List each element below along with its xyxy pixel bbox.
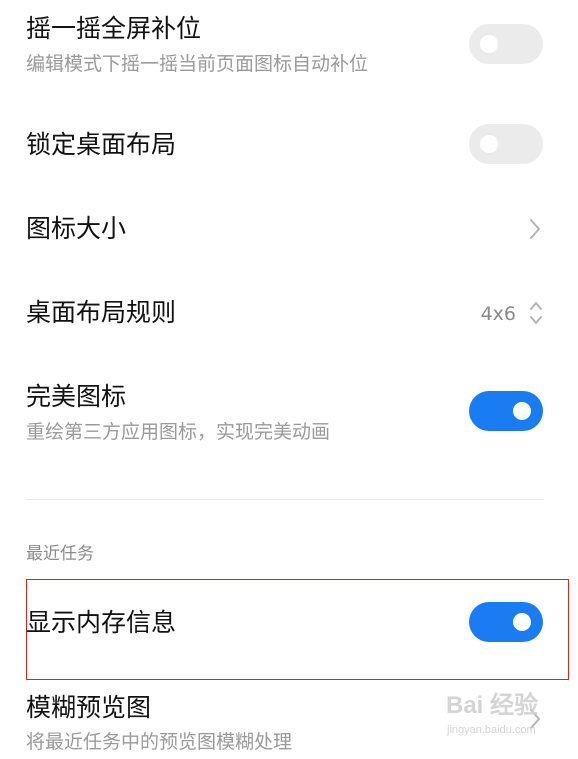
perfect-icons-title: 完美图标 (26, 382, 127, 411)
perfect-icons-toggle[interactable] (469, 391, 543, 431)
layout-rule-title: 桌面布局规则 (26, 298, 177, 327)
icon-size-title: 图标大小 (26, 214, 127, 243)
settings-screen: 摇一摇全屏补位 编辑模式下摇一摇当前页面图标自动补位 锁定桌面布局 图标大小 桌… (0, 0, 578, 759)
setting-row-perfect-icons[interactable]: 完美图标 重绘第三方应用图标，实现完美动画 (0, 356, 578, 466)
show-memory-toggle[interactable] (469, 602, 543, 642)
setting-row-lock-layout[interactable]: 锁定桌面布局 (0, 100, 578, 188)
setting-row-show-memory[interactable]: 显示内存信息 (0, 580, 578, 680)
show-memory-title: 显示内存信息 (26, 608, 177, 637)
recent-tasks-header: 最近任务 (26, 544, 94, 564)
layout-rule-value: 4x6 (480, 303, 516, 325)
chevron-right-icon (530, 709, 540, 729)
blur-preview-subtitle: 将最近任务中的预览图模糊处理 (26, 731, 293, 753)
toggle-knob (480, 35, 498, 53)
chevron-up-down-icon (530, 302, 542, 324)
chevron-right-icon (530, 219, 540, 239)
toggle-knob (513, 402, 531, 420)
section-divider (26, 499, 544, 500)
setting-row-shake-fill[interactable]: 摇一摇全屏补位 编辑模式下摇一摇当前页面图标自动补位 (0, 0, 578, 100)
setting-row-layout-rule[interactable]: 桌面布局规则 4x6 (0, 272, 578, 356)
setting-row-blur-preview[interactable]: 模糊预览图 将最近任务中的预览图模糊处理 (0, 680, 578, 759)
perfect-icons-subtitle: 重绘第三方应用图标，实现完美动画 (26, 421, 331, 443)
setting-row-icon-size[interactable]: 图标大小 (0, 188, 578, 272)
shake-fill-toggle[interactable] (469, 24, 543, 64)
toggle-knob (480, 135, 498, 153)
blur-preview-title: 模糊预览图 (26, 693, 152, 722)
shake-fill-title: 摇一摇全屏补位 (26, 14, 202, 43)
lock-layout-toggle[interactable] (469, 124, 543, 164)
toggle-knob (513, 613, 531, 631)
lock-layout-title: 锁定桌面布局 (26, 130, 177, 159)
shake-fill-subtitle: 编辑模式下摇一摇当前页面图标自动补位 (26, 53, 369, 75)
